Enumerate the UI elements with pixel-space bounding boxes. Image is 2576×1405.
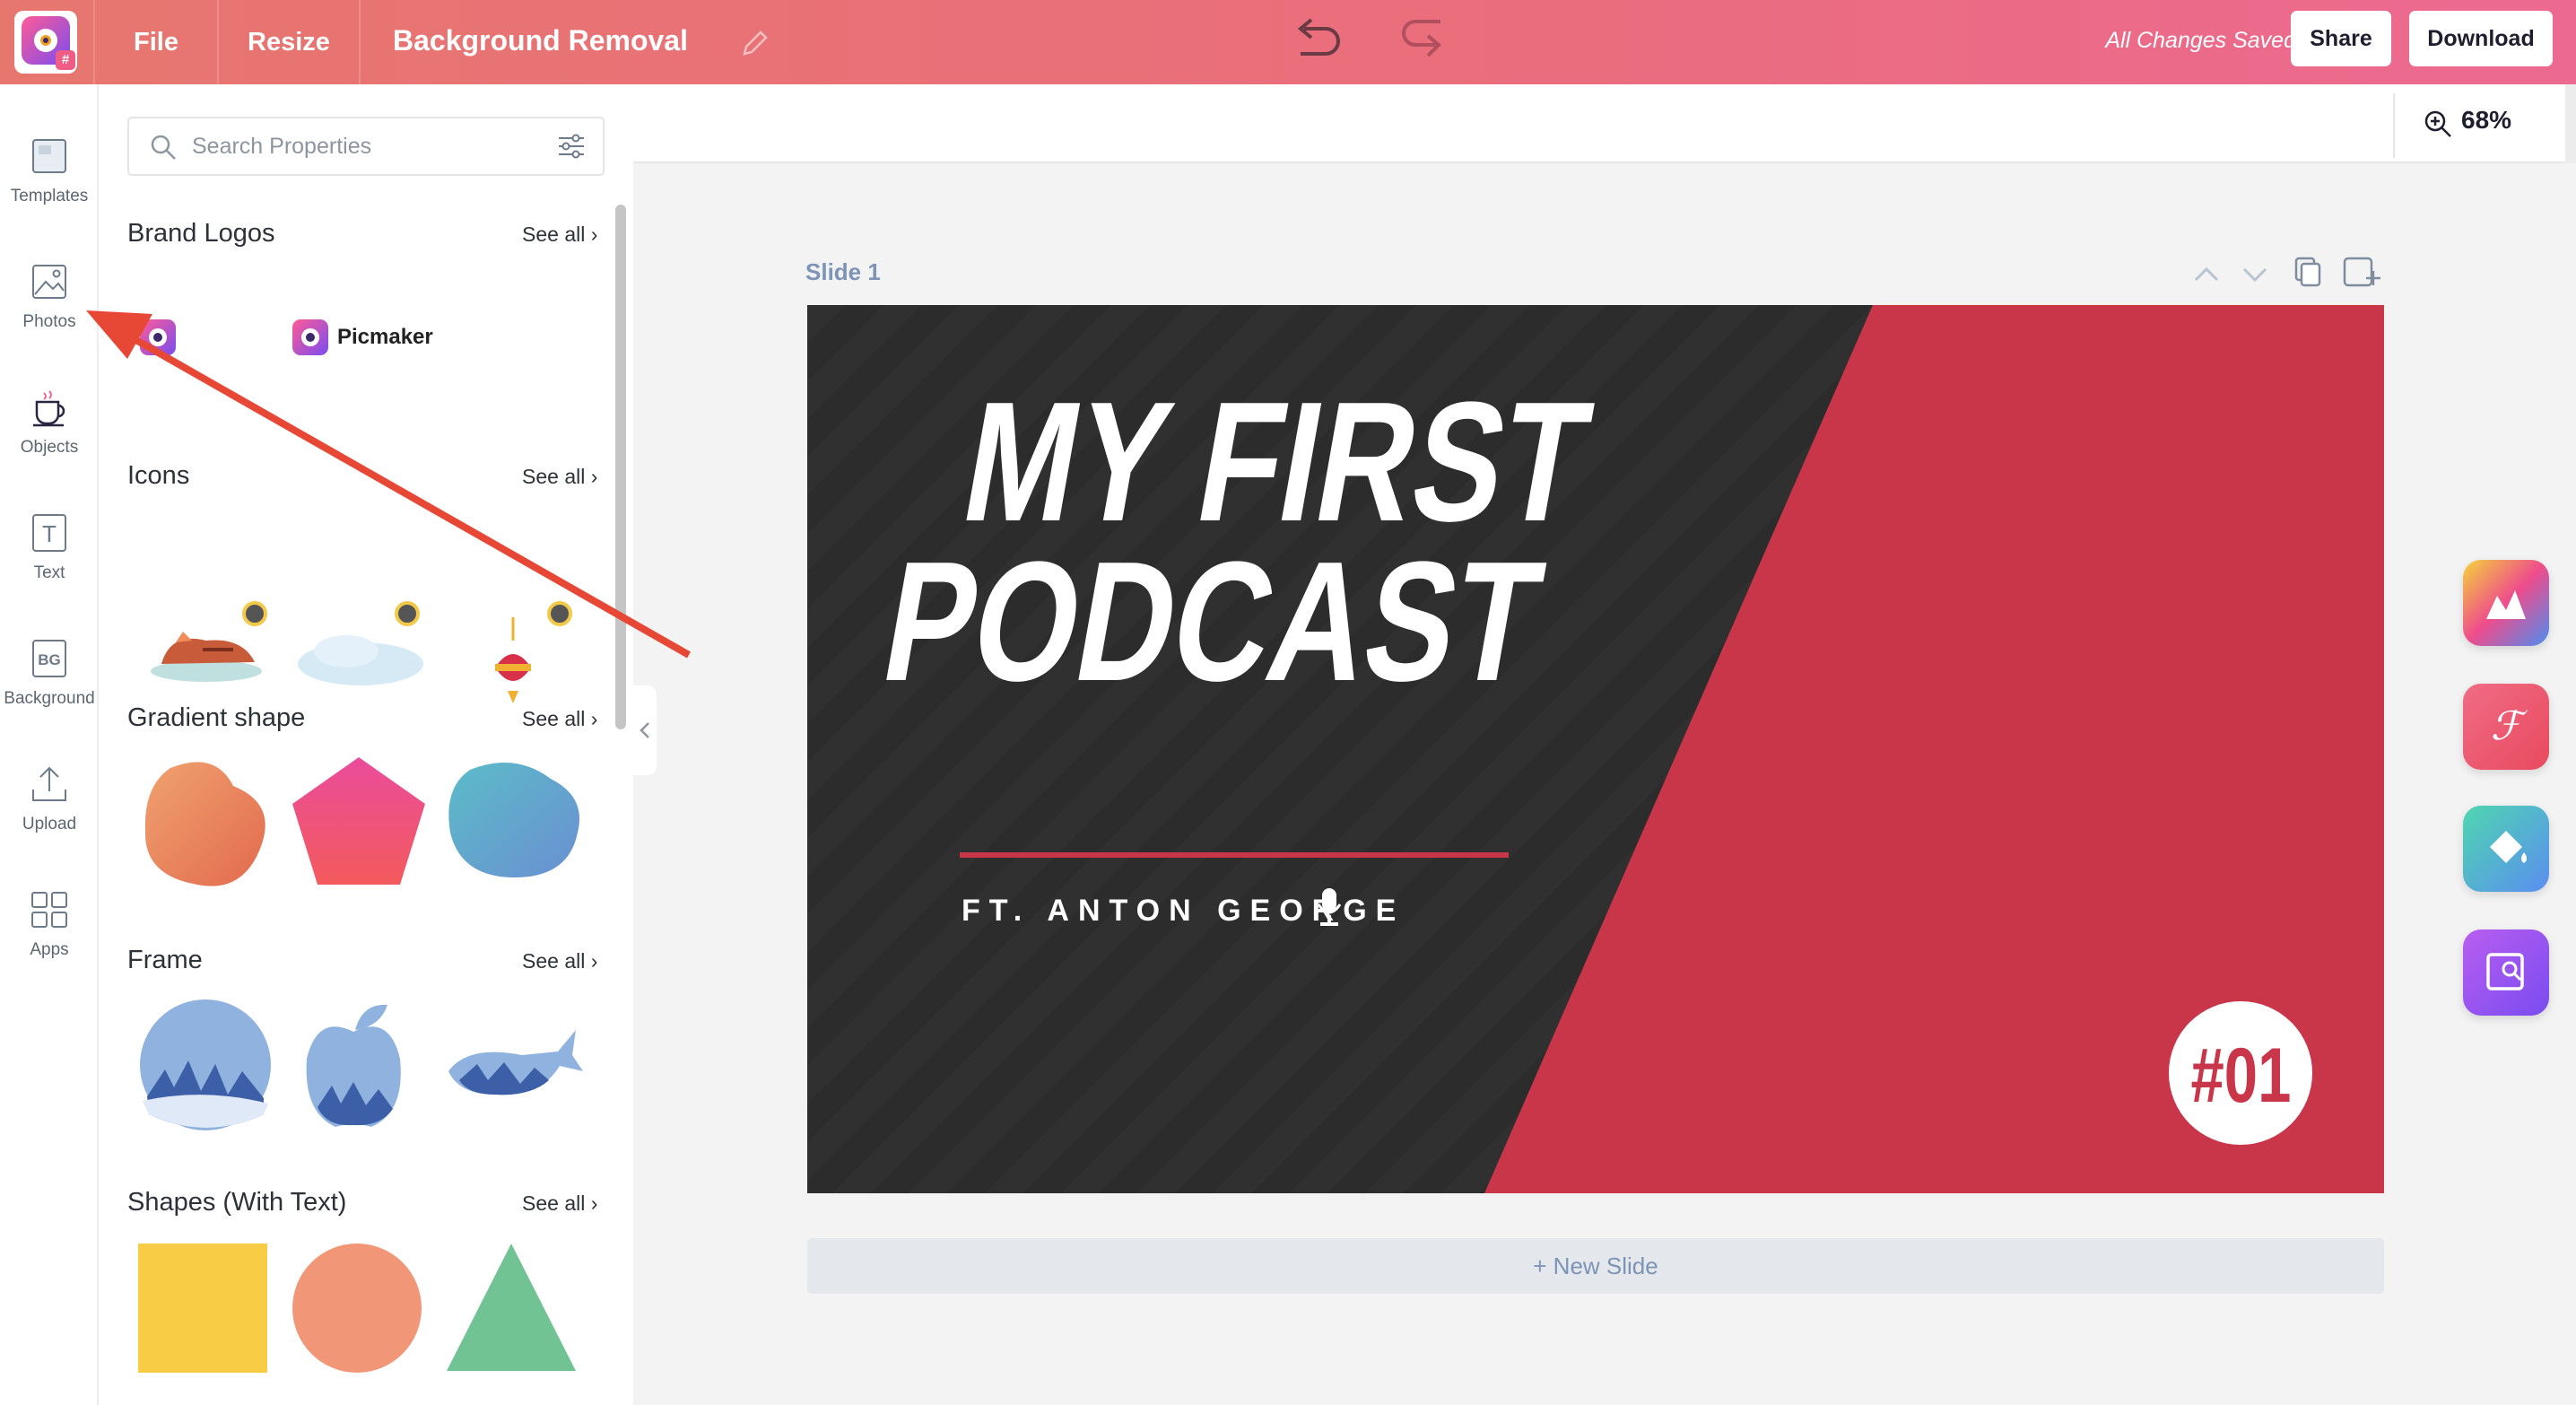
svg-text:BG: BG [38, 651, 61, 668]
search-placeholder: Search Properties [192, 134, 372, 159]
gradient-blob-teal[interactable] [443, 752, 587, 886]
app-logo[interactable]: # [14, 11, 77, 74]
chevron-left-icon [640, 722, 649, 738]
sidebar-item-label: Apps [30, 940, 69, 959]
brand-logo-icon-only[interactable] [140, 319, 176, 355]
properties-panel: Search Properties Brand Logos See all › … [99, 84, 633, 1405]
slide-label: Slide 1 [805, 258, 881, 285]
picmaker-logo-icon: # [22, 16, 75, 70]
slide-title-line2[interactable]: PODCAST [871, 527, 1554, 717]
slide-canvas[interactable]: MY FIRST PODCAST FT. ANTON GEORGE #01 [807, 305, 2384, 1193]
left-sidebar: Templates Photos Objects T Text BG Backg… [0, 84, 99, 1405]
undo-icon[interactable] [1292, 16, 1345, 61]
share-button[interactable]: Share [2291, 11, 2391, 66]
objects-icon [33, 390, 65, 427]
upload-icon [32, 766, 66, 801]
edit-title-pencil-icon[interactable] [737, 25, 773, 61]
paint-bucket-icon [2490, 831, 2527, 863]
search-icon [151, 135, 176, 160]
templates-icon [32, 139, 66, 173]
collapse-panel-button[interactable] [633, 685, 657, 775]
gradient-blob-orange[interactable] [135, 750, 278, 894]
font-app-icon: ℱ [2491, 703, 2528, 749]
sidebar-item-background[interactable]: BG Background [0, 637, 99, 754]
slide-tools [2194, 257, 2380, 287]
photos-icon [32, 265, 66, 299]
sidebar-item-label: Objects [20, 438, 79, 457]
cloud-icon[interactable] [292, 621, 427, 693]
file-menu[interactable]: File [93, 0, 219, 84]
square-shape[interactable] [138, 1244, 267, 1373]
brand-logo-text: Picmaker [337, 325, 433, 349]
episode-badge-text[interactable]: #01 [2190, 1033, 2291, 1119]
circle-frame[interactable] [138, 998, 273, 1132]
image-app-icon [2486, 590, 2526, 619]
font-app-button[interactable]: ℱ [2463, 684, 2549, 770]
premium-badge-icon [242, 601, 267, 626]
svg-text:ℱ: ℱ [2491, 703, 2528, 749]
apple-frame[interactable] [300, 996, 407, 1130]
sidebar-item-label: Background [4, 689, 95, 708]
circle-shape[interactable] [292, 1244, 422, 1373]
sidebar-item-apps[interactable]: Apps [0, 888, 99, 1005]
see-all-icons-link[interactable]: See all › [522, 465, 597, 489]
document-title[interactable]: Background Removal [393, 0, 688, 84]
svg-text:T: T [42, 520, 57, 547]
sidebar-item-photos[interactable]: Photos [0, 260, 99, 377]
new-slide-button[interactable]: + New Slide [807, 1238, 2384, 1294]
image-app-button[interactable] [2463, 560, 2549, 646]
text-icon: T [32, 514, 66, 552]
move-slide-down-icon[interactable] [2242, 267, 2267, 283]
image-search-button[interactable] [2463, 929, 2549, 1016]
section-title-icons: Icons [127, 461, 190, 490]
sidebar-item-label: Upload [22, 815, 77, 833]
save-status: All Changes Saved [2105, 28, 2296, 53]
canvas-toolbar [633, 84, 2576, 163]
see-all-shapes-link[interactable]: See all › [522, 1191, 597, 1216]
resize-menu[interactable]: Resize [219, 0, 359, 84]
panel-scrollbar[interactable] [615, 205, 626, 729]
section-title-brand-logos: Brand Logos [127, 219, 275, 248]
zoom-in-icon[interactable] [2424, 109, 2452, 138]
move-slide-up-icon[interactable] [2194, 266, 2219, 282]
see-all-brand-logos-link[interactable]: See all › [522, 223, 597, 247]
see-all-frame-link[interactable]: See all › [522, 949, 597, 973]
paint-bucket-button[interactable] [2463, 806, 2549, 892]
whale-frame[interactable] [441, 1008, 585, 1107]
background-icon: BG [32, 640, 66, 677]
duplicate-slide-icon[interactable] [2294, 257, 2321, 287]
sidebar-item-label: Templates [10, 187, 89, 205]
image-search-icon [2486, 953, 2524, 990]
download-button[interactable]: Download [2409, 11, 2553, 66]
app-root: # File Resize Background Removal All Cha… [0, 0, 2576, 1405]
top-bar: # File Resize Background Removal All Cha… [0, 0, 2576, 84]
slide-subtitle[interactable]: FT. ANTON GEORGE [962, 894, 1405, 928]
premium-badge-icon [395, 601, 420, 626]
premium-badge-icon [547, 601, 572, 626]
filter-settings-icon[interactable] [556, 131, 587, 161]
section-title-frame: Frame [127, 946, 203, 974]
apps-icon [31, 892, 67, 928]
section-title-gradient-shape: Gradient shape [127, 703, 306, 732]
slide-underline [960, 852, 1509, 858]
sidebar-item-text[interactable]: T Text [0, 511, 99, 628]
add-slide-icon[interactable] [2343, 257, 2380, 287]
brand-logo-picmaker[interactable]: Picmaker [292, 318, 472, 359]
section-title-shapes-with-text: Shapes (With Text) [127, 1188, 347, 1217]
sidebar-item-templates[interactable]: Templates [0, 135, 99, 251]
ornament-icon[interactable] [486, 614, 540, 712]
zoom-level[interactable]: 68% [2461, 106, 2511, 135]
triangle-shape[interactable] [445, 1240, 578, 1374]
search-input[interactable]: Search Properties [127, 117, 605, 176]
gradient-pentagon[interactable] [289, 754, 429, 888]
sidebar-item-objects[interactable]: Objects [0, 386, 99, 502]
sidebar-item-upload[interactable]: Upload [0, 763, 99, 879]
redo-icon[interactable] [1396, 16, 1449, 66]
sidebar-item-label: Text [33, 563, 65, 582]
sidebar-item-label: Photos [22, 312, 76, 331]
see-all-gradient-shape-link[interactable]: See all › [522, 707, 597, 731]
